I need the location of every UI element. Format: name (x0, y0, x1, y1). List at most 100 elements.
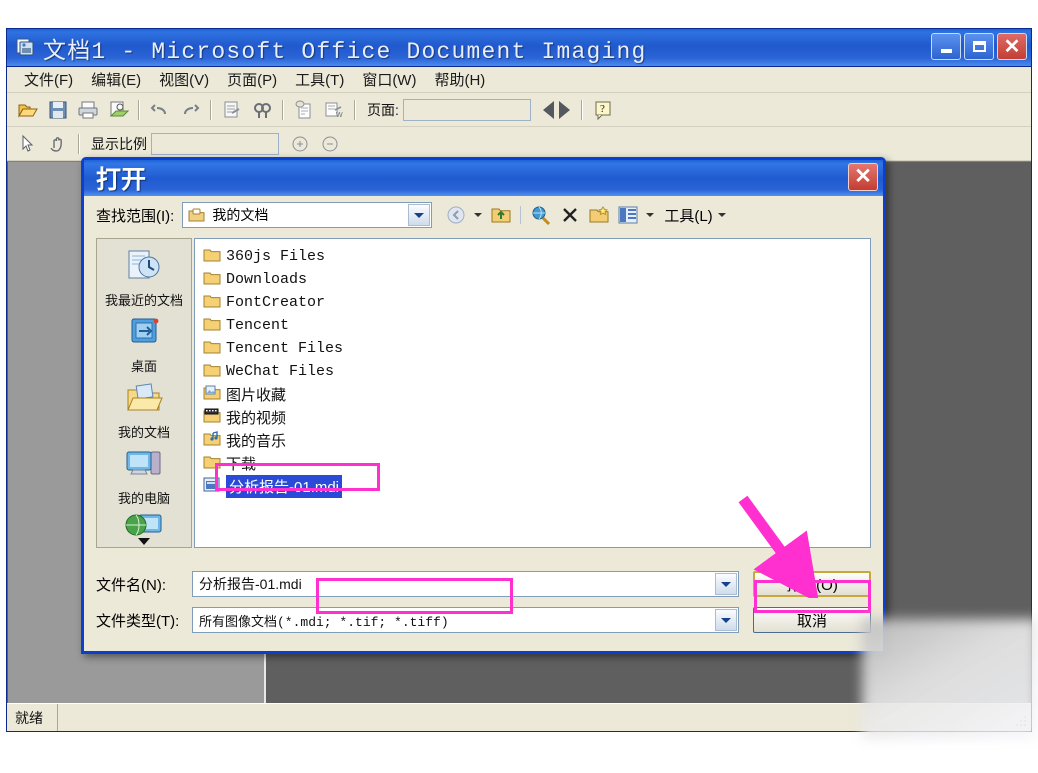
folder-icon (203, 339, 221, 359)
menu-window[interactable]: 窗口(W) (353, 67, 425, 92)
filetype-value: 所有图像文档(*.mdi; *.tif; *.tiff) (199, 614, 449, 630)
find-icon[interactable] (247, 96, 277, 124)
list-item-selected[interactable]: 分析报告-01.mdi (199, 474, 870, 499)
redo-icon[interactable] (175, 96, 205, 124)
back-dropdown-icon[interactable] (474, 213, 483, 217)
list-item[interactable]: Tencent Files (199, 337, 870, 360)
next-page-icon[interactable] (558, 100, 570, 119)
minimize-button[interactable] (931, 33, 961, 60)
pan-hand-icon[interactable] (43, 130, 73, 158)
place-label: 桌面 (130, 359, 157, 374)
look-in-row: 查找范围(I): 我的文档 工具(L) (84, 196, 883, 234)
toolbar-separator (210, 99, 212, 120)
zoom-in-icon[interactable] (285, 130, 315, 158)
menu-bar: 文件(F) 编辑(E) 视图(V) 页面(P) 工具(T) 窗口(W) 帮助(H… (7, 67, 1031, 93)
maximize-button[interactable] (964, 33, 994, 60)
folder-icon (203, 316, 221, 336)
close-button[interactable]: ✕ (997, 33, 1027, 60)
list-item[interactable]: WeChat Files (199, 360, 870, 383)
chevron-down-icon (138, 538, 150, 545)
list-item[interactable]: 图片收藏 (199, 383, 870, 406)
file-name: 360js Files (226, 248, 326, 265)
places-bar: 我最近的文档 桌面 我的文档 我的电脑 (96, 238, 192, 548)
new-folder-icon[interactable] (585, 202, 612, 228)
minimize-icon (940, 49, 952, 53)
prev-page-icon[interactable] (542, 100, 554, 119)
views-dropdown-icon[interactable] (646, 213, 655, 217)
pictures-folder-icon (203, 385, 221, 405)
close-icon: ✕ (854, 165, 872, 188)
print-preview-icon[interactable] (103, 96, 133, 124)
look-in-combo[interactable]: 我的文档 (182, 202, 433, 228)
chevron-down-icon[interactable] (715, 573, 737, 595)
image-toolbar: 显示比例 (7, 127, 1031, 161)
chevron-down-icon[interactable] (408, 204, 431, 226)
svg-text:?: ? (600, 103, 605, 115)
file-name: 图片收藏 (226, 387, 287, 404)
menu-page[interactable]: 页面(P) (218, 67, 286, 92)
place-my-computer[interactable]: 我的电脑 (98, 443, 190, 509)
list-item[interactable]: FontCreator (199, 291, 870, 314)
place-label: 我的电脑 (117, 491, 170, 506)
maximize-icon (972, 41, 986, 52)
page-input[interactable] (402, 98, 531, 121)
ocr-icon[interactable] (289, 96, 319, 124)
undo-icon[interactable] (145, 96, 175, 124)
filename-input[interactable]: 分析报告-01.mdi (192, 571, 739, 597)
send-text-to-word-icon[interactable] (217, 96, 247, 124)
folder-icon (203, 362, 221, 382)
open-icon[interactable] (13, 96, 43, 124)
up-one-level-icon[interactable] (487, 202, 514, 228)
list-item[interactable]: Downloads (199, 268, 870, 291)
dialog-tools-menu[interactable]: 工具(L) (664, 205, 712, 226)
zoom-out-icon[interactable] (315, 130, 345, 158)
my-documents-icon (127, 383, 163, 411)
list-item[interactable]: 下载 (199, 452, 870, 475)
places-scroll-down-button[interactable] (97, 538, 191, 545)
select-icon[interactable] (13, 130, 43, 158)
place-desktop[interactable]: 桌面 (98, 311, 190, 377)
file-list[interactable]: 360js Files Downloads FontCreator Tencen… (194, 238, 871, 548)
search-the-web-icon[interactable] (527, 202, 554, 228)
place-recent-documents[interactable]: 我最近的文档 (98, 245, 190, 311)
place-my-documents[interactable]: 我的文档 (98, 377, 190, 443)
tools-dropdown-icon[interactable] (717, 213, 726, 217)
chevron-down-icon[interactable] (715, 609, 737, 631)
file-name: FontCreator (226, 294, 326, 311)
print-icon[interactable] (73, 96, 103, 124)
dialog-close-button[interactable]: ✕ (848, 163, 878, 191)
cancel-button[interactable]: 取消 (753, 607, 871, 633)
window-title: 文档1 - Microsoft Office Document Imaging (43, 38, 647, 65)
send-to-word-icon[interactable]: W (319, 96, 349, 124)
place-label: 我的文档 (117, 425, 170, 440)
dialog-title: 打开 (96, 166, 147, 194)
menu-edit[interactable]: 编辑(E) (82, 67, 150, 92)
filetype-combo[interactable]: 所有图像文档(*.mdi; *.tif; *.tiff) (192, 607, 739, 633)
menu-help[interactable]: 帮助(H) (425, 67, 494, 92)
open-button[interactable]: 打开(O) (753, 571, 871, 597)
zoom-label: 显示比例 (91, 135, 147, 152)
svg-text:W: W (336, 112, 343, 119)
menu-file[interactable]: 文件(F) (15, 67, 82, 92)
help-icon[interactable]: ? (588, 96, 618, 124)
menu-view[interactable]: 视图(V) (150, 67, 218, 92)
menu-tools[interactable]: 工具(T) (286, 67, 353, 92)
list-item[interactable]: 我的音乐 (199, 429, 870, 452)
list-item[interactable]: Tencent (199, 314, 870, 337)
toolbar-separator (520, 206, 522, 224)
folder-icon (203, 270, 221, 290)
zoom-input[interactable] (151, 132, 279, 155)
place-label: 我最近的文档 (104, 293, 183, 308)
save-icon[interactable] (43, 96, 73, 124)
delete-icon[interactable] (556, 202, 583, 228)
look-in-label: 查找范围(I): (96, 207, 175, 225)
page-label: 页面: (367, 101, 399, 118)
file-name: WeChat Files (226, 363, 335, 380)
list-item[interactable]: 360js Files (199, 245, 870, 268)
filename-value: 分析报告-01.mdi (199, 576, 302, 592)
list-item[interactable]: 我的视频 (199, 406, 870, 429)
file-name: 我的视频 (226, 410, 287, 427)
back-icon[interactable] (442, 202, 469, 228)
views-icon[interactable] (614, 202, 641, 228)
mdi-file-icon (203, 477, 221, 497)
